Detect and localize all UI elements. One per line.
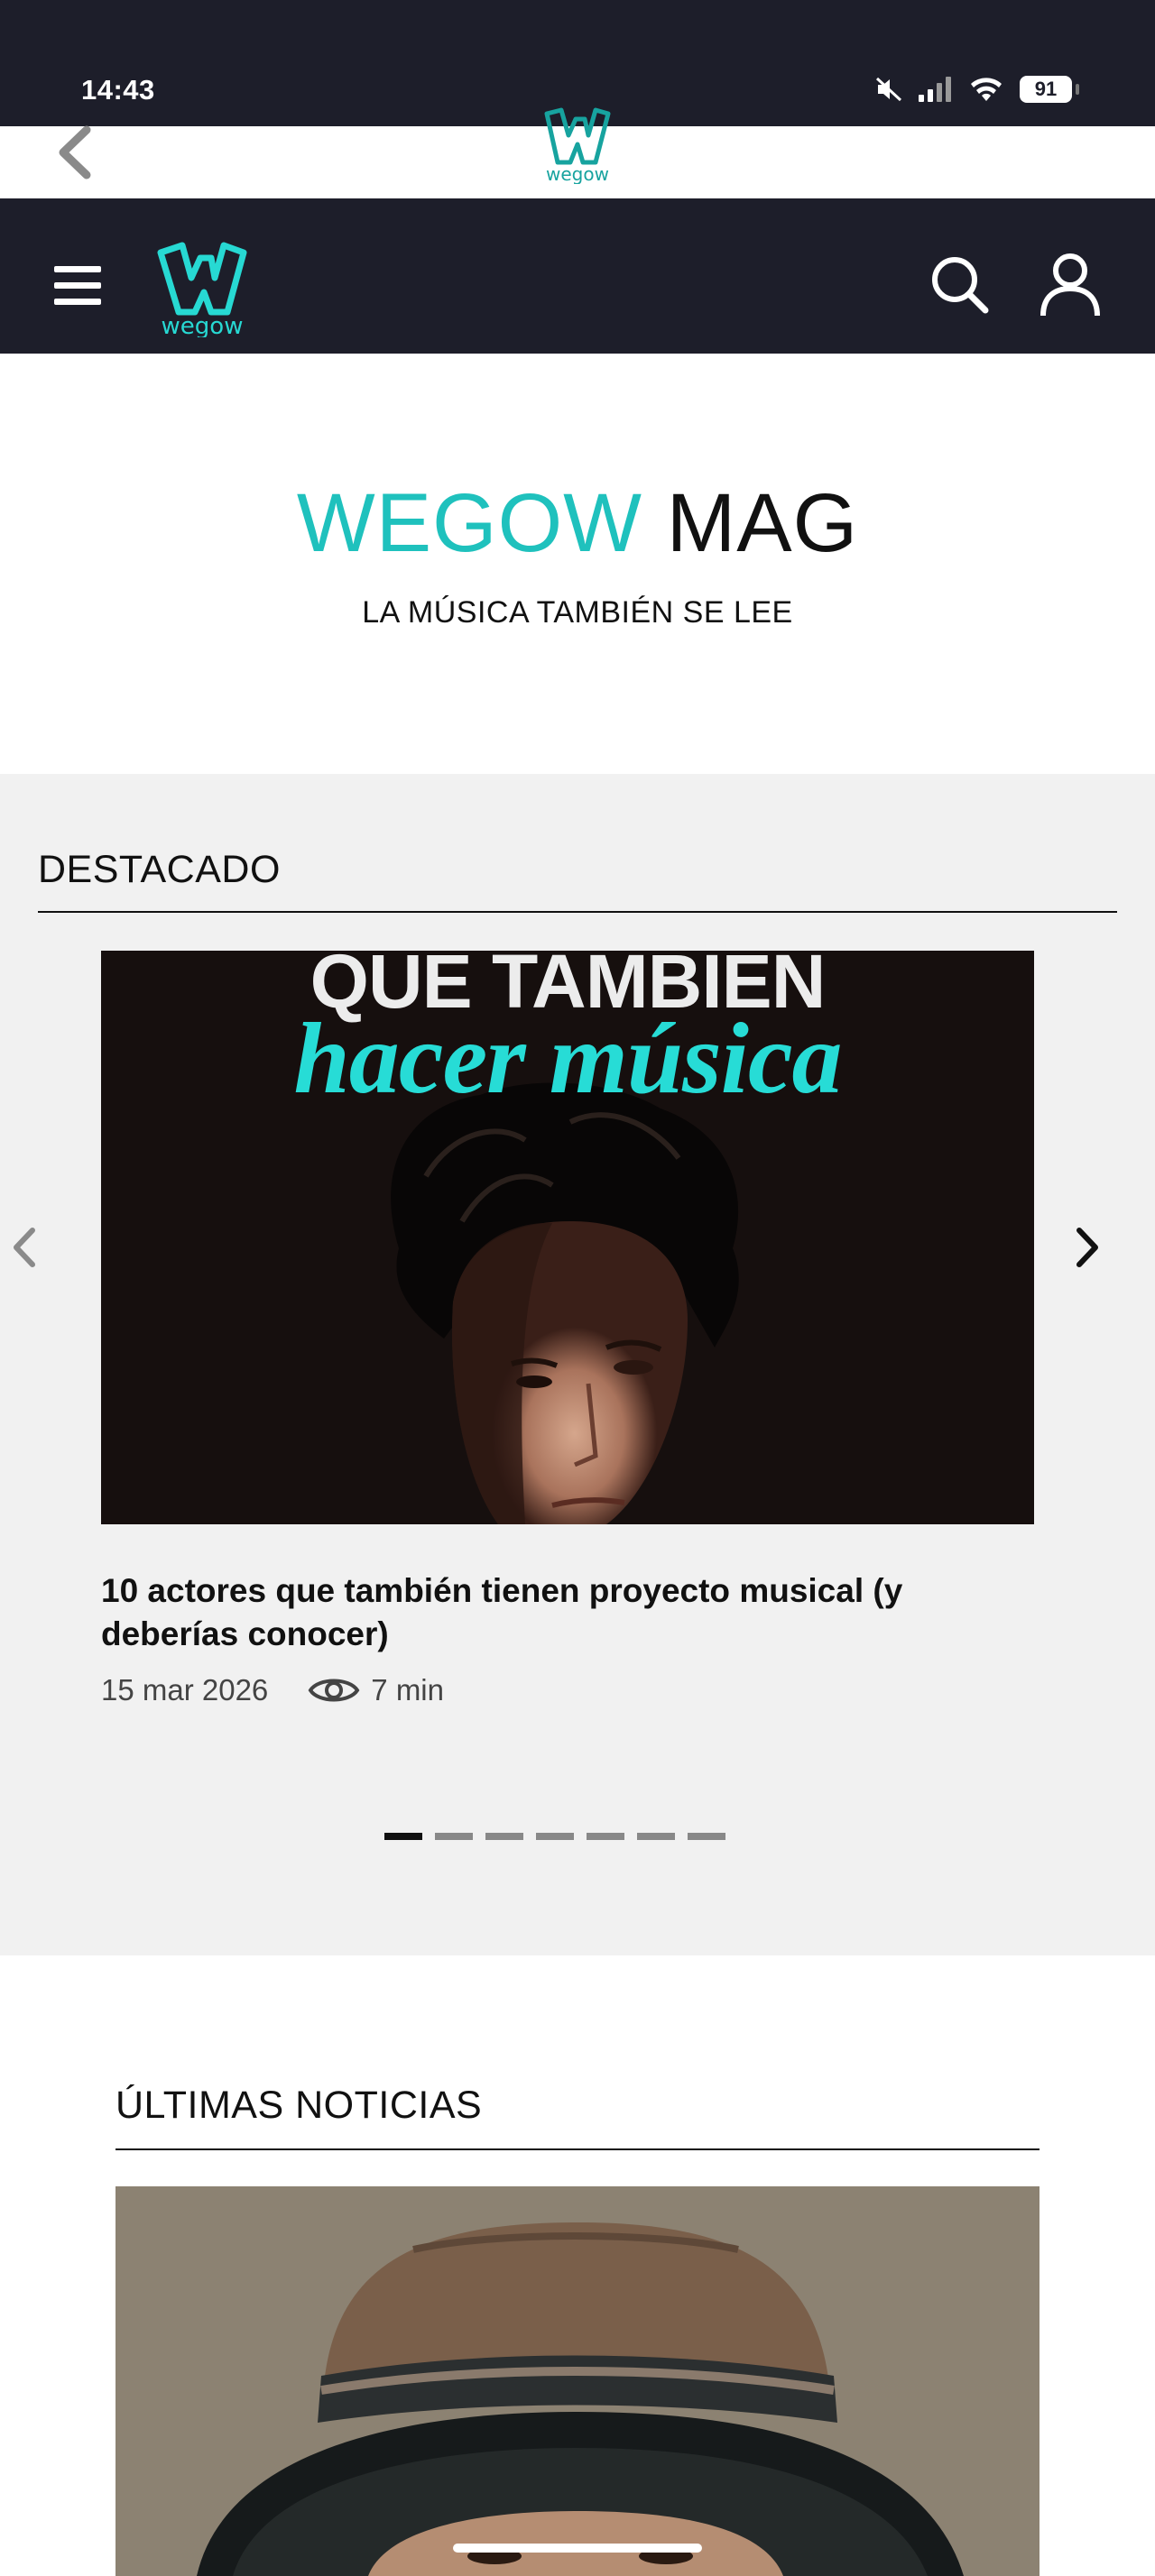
- wegow-logo[interactable]: wegow: [155, 240, 249, 340]
- menu-icon[interactable]: [54, 266, 101, 309]
- latest-news-section: ÚLTIMAS NOTICIAS: [0, 1955, 1155, 2576]
- carousel-prev-button[interactable]: [7, 1225, 40, 1270]
- carousel-dot[interactable]: [688, 1833, 725, 1840]
- signal-icon: [919, 77, 951, 102]
- carousel-dot[interactable]: [435, 1833, 473, 1840]
- mag-header: WEGOW MAG LA MÚSICA TAMBIÉN SE LEE: [0, 354, 1155, 774]
- article-date: 15 mar 2026: [101, 1673, 269, 1707]
- featured-article-meta: 15 mar 2026 7 min: [101, 1672, 444, 1708]
- featured-section: DESTACADO QUE TAMBIEN hacer música 10 ac…: [0, 774, 1155, 1955]
- page-title-accent: WEGOW: [296, 477, 643, 569]
- latest-news-divider: [116, 2148, 1040, 2150]
- status-icons: 91: [875, 76, 1079, 103]
- browser-site-logo: wegow: [541, 106, 614, 185]
- carousel-dot[interactable]: [384, 1833, 422, 1840]
- app-header: wegow: [0, 198, 1155, 354]
- carousel-next-button[interactable]: [1072, 1225, 1104, 1270]
- search-icon[interactable]: [929, 254, 991, 316]
- latest-news-image[interactable]: [116, 2186, 1040, 2576]
- carousel-pagination: [384, 1833, 725, 1840]
- carousel-dot[interactable]: [637, 1833, 675, 1840]
- app-logo-text: wegow: [162, 313, 244, 337]
- page-subtitle: LA MÚSICA TAMBIÉN SE LEE: [362, 595, 793, 630]
- browser-logo-text: wegow: [546, 163, 609, 184]
- featured-section-title: DESTACADO: [38, 848, 281, 891]
- hat-portrait-illustration: [116, 2186, 1040, 2576]
- wifi-icon: [971, 78, 1002, 101]
- featured-article-image[interactable]: QUE TAMBIEN hacer música: [101, 951, 1034, 1524]
- status-time: 14:43: [81, 74, 155, 106]
- featured-article-title[interactable]: 10 actores que también tienen proyecto m…: [101, 1569, 1034, 1656]
- carousel-dot[interactable]: [587, 1833, 624, 1840]
- user-icon[interactable]: [1040, 253, 1101, 317]
- latest-news-section-title: ÚLTIMAS NOTICIAS: [116, 2084, 483, 2127]
- page-title-plain: MAG: [666, 477, 859, 569]
- featured-divider: [38, 911, 1117, 913]
- carousel-dot[interactable]: [536, 1833, 574, 1840]
- image-text-line2: hacer música: [293, 1003, 842, 1115]
- carousel-dot[interactable]: [485, 1833, 523, 1840]
- eye-icon: [308, 1679, 360, 1702]
- back-button[interactable]: [52, 124, 97, 180]
- article-read-time: 7 min: [371, 1673, 444, 1707]
- page-title: WEGOW MAG: [0, 476, 1155, 571]
- home-indicator[interactable]: [453, 2544, 702, 2553]
- mute-icon: [875, 77, 902, 102]
- battery-icon: 91: [1020, 76, 1079, 103]
